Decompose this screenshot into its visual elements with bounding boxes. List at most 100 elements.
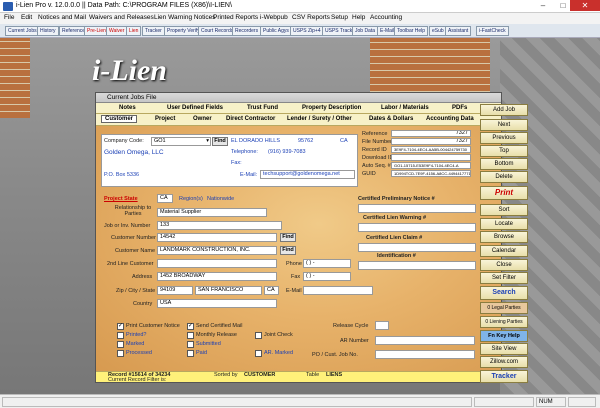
tb-public-agys[interactable]: Public Agys xyxy=(260,26,292,36)
relationship-field[interactable]: Material Supplier xyxy=(157,208,267,217)
close-form-button[interactable]: Close xyxy=(480,259,528,271)
tb-job-data[interactable]: Job Data xyxy=(352,26,379,36)
paid-checkbox[interactable] xyxy=(187,350,194,357)
previous-button[interactable]: Previous xyxy=(480,132,528,144)
legal-parties-button[interactable]: 0 Legal Parties xyxy=(480,302,528,314)
tb-lien[interactable]: Lien xyxy=(126,26,142,36)
second-line-field[interactable] xyxy=(157,259,277,268)
close-button[interactable]: ✕ xyxy=(570,0,600,11)
tb-toolbar-help[interactable]: Toolbar Help xyxy=(394,26,429,36)
customer-name-find[interactable]: Find xyxy=(280,246,296,255)
menu-iwebpub[interactable]: i-Webpub xyxy=(260,14,288,21)
po-job-field[interactable] xyxy=(375,350,475,359)
record-id-field[interactable]: 3E9F4-7104-4EC4-AA5B-004424759730 xyxy=(391,146,471,153)
zillow-button[interactable]: Zillow.com xyxy=(480,356,528,368)
tab-labor-materials[interactable]: Labor / Materials xyxy=(381,105,429,111)
phone-field[interactable]: ( ) - xyxy=(303,259,351,268)
tb-waiver[interactable]: Waiver xyxy=(106,26,128,36)
calendar-button[interactable]: Calendar xyxy=(480,245,528,257)
marked-checkbox[interactable] xyxy=(117,341,124,348)
menu-accounting[interactable]: Accounting xyxy=(370,14,402,21)
tb-tracker[interactable]: Tracker xyxy=(142,26,165,36)
print-button[interactable]: Print xyxy=(480,186,528,200)
state-field[interactable]: CA xyxy=(264,286,279,295)
project-state-field[interactable]: CA xyxy=(157,194,173,203)
tb-usps-zip[interactable]: USPS Zip+4 xyxy=(290,26,324,36)
ar-number-field[interactable] xyxy=(375,336,475,345)
search-button[interactable]: Search xyxy=(480,286,528,300)
top-button[interactable]: Top xyxy=(480,145,528,157)
release-cycle-field[interactable] xyxy=(375,321,389,330)
tab-trust-fund[interactable]: Trust Fund xyxy=(247,105,278,111)
menu-waivers[interactable]: Waivers and Releases xyxy=(89,14,154,21)
customer-name-field[interactable]: LANDMARK CONSTRUCTION, INC. xyxy=(157,246,277,255)
ar-marked-checkbox[interactable] xyxy=(255,350,262,357)
tab-lender-surety[interactable]: Lender / Surety / Other xyxy=(287,116,352,122)
menu-edit[interactable]: Edit xyxy=(21,14,32,21)
tracker-button[interactable]: Tracker xyxy=(480,370,528,383)
menu-setup[interactable]: Setup xyxy=(331,14,348,21)
tb-history[interactable]: History xyxy=(37,26,59,36)
regions-label[interactable]: Region(s) xyxy=(179,196,203,202)
tb-ifastcheck[interactable]: i-FastCheck xyxy=(476,26,509,36)
menu-notices[interactable]: Notices and Mail xyxy=(38,14,86,21)
send-certified-checkbox[interactable]: ✓ xyxy=(187,323,194,330)
tab-user-defined[interactable]: User Defined Fields xyxy=(167,105,223,111)
tab-property-description[interactable]: Property Description xyxy=(302,105,361,111)
browse-button[interactable]: Browse xyxy=(480,231,528,243)
monthly-release-checkbox[interactable] xyxy=(187,332,194,339)
fn-key-help-button[interactable]: Fn Key Help xyxy=(480,330,528,342)
menu-help[interactable]: Help xyxy=(352,14,365,21)
tb-property-verify[interactable]: Property Verify xyxy=(164,26,203,36)
tab-customer[interactable]: Customer xyxy=(101,115,138,123)
tab-pdfs[interactable]: PDFs xyxy=(452,105,467,111)
certified-claim-field[interactable] xyxy=(358,243,476,252)
joint-check-checkbox[interactable] xyxy=(255,332,262,339)
certified-warning-field[interactable] xyxy=(358,223,476,232)
tab-dates-dollars[interactable]: Dates & Dollars xyxy=(369,116,413,122)
menu-lien-warning[interactable]: Lien Warning Notices xyxy=(154,14,216,21)
menu-csv-reports[interactable]: CSV Reports xyxy=(292,14,330,21)
printed-checkbox[interactable] xyxy=(117,332,124,339)
customer-number-field[interactable]: 14542 xyxy=(157,233,277,242)
liening-parties-button[interactable]: 0 Liening Parties xyxy=(480,316,528,328)
bottom-button[interactable]: Bottom xyxy=(480,158,528,170)
tab-project[interactable]: Project xyxy=(155,116,175,122)
submitted-checkbox[interactable] xyxy=(187,341,194,348)
download-id-field[interactable] xyxy=(391,154,471,161)
tb-recorders[interactable]: Recorders xyxy=(232,26,262,36)
minimize-button[interactable]: – xyxy=(532,0,554,11)
tb-assistant[interactable]: Assistant xyxy=(445,26,472,36)
fax-field[interactable]: ( ) - xyxy=(303,272,351,281)
menu-printed-reports[interactable]: Printed Reports xyxy=(213,14,258,21)
address-field[interactable]: 1452 BROADWAY xyxy=(157,272,277,281)
tb-court-records[interactable]: Court Records xyxy=(198,26,237,36)
reference-field[interactable]: 7327 xyxy=(391,130,471,137)
processed-checkbox[interactable] xyxy=(117,350,124,357)
customer-number-find[interactable]: Find xyxy=(280,233,296,242)
company-code-select[interactable]: GO1 ▾ xyxy=(151,137,211,146)
locate-button[interactable]: Locate xyxy=(480,218,528,230)
guid-field[interactable]: 1D994TCD-7E9F-4156-A8CC-4494417771378 xyxy=(391,170,471,177)
tab-accounting-data[interactable]: Accounting Data xyxy=(426,116,474,122)
print-customer-notice-checkbox[interactable]: ✓ xyxy=(117,323,124,330)
country-field[interactable]: USA xyxy=(157,299,277,308)
identification-field[interactable] xyxy=(358,261,476,270)
company-email[interactable]: techsupport@goldenomega.net xyxy=(260,170,355,179)
tab-direct-contractor[interactable]: Direct Contractor xyxy=(226,116,275,122)
certified-prelim-field[interactable] xyxy=(358,204,476,213)
add-job-button[interactable]: Add Job xyxy=(480,104,528,116)
set-filter-button[interactable]: Set Filter xyxy=(480,272,528,284)
zip-field[interactable]: 94109 xyxy=(157,286,193,295)
sort-button[interactable]: Sort xyxy=(480,204,528,216)
tab-notes[interactable]: Notes xyxy=(119,105,136,111)
tb-current-jobs[interactable]: Current Jobs xyxy=(5,26,40,36)
file-number-field[interactable]: 7327 xyxy=(391,138,471,145)
email-field[interactable] xyxy=(303,286,373,295)
job-number-field[interactable]: 133 xyxy=(157,221,282,230)
company-find-button[interactable]: Find xyxy=(212,137,228,146)
tab-owner[interactable]: Owner xyxy=(193,116,212,122)
next-button[interactable]: Next xyxy=(480,119,528,131)
delete-button[interactable]: Delete xyxy=(480,171,528,183)
city-field[interactable]: SAN FRANCISCO xyxy=(195,286,262,295)
